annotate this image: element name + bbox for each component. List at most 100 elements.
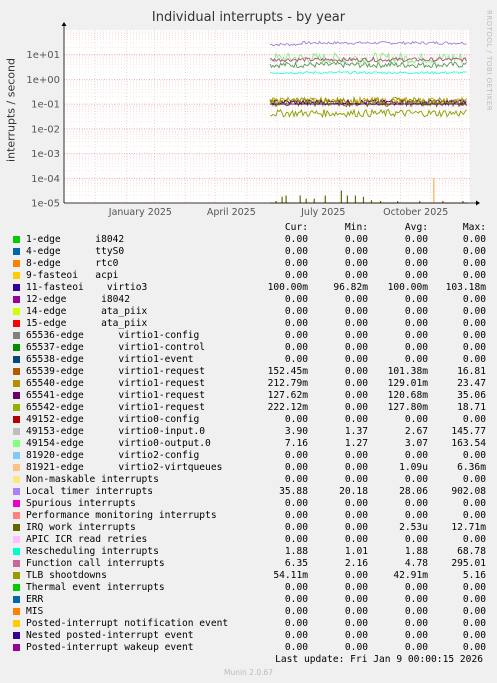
value-avg: 4.78 [404,558,428,569]
value-cur: 0.00 [284,246,308,257]
legend-row: 15-edge ata_piix 0.00 0.00 0.00 0.00 [12,318,492,330]
legend-row: IRQ work interrupts 0.00 0.00 2.53u 12.71m [12,522,492,534]
value-avg: 2.53u [399,522,428,533]
legend-row: 8-edge rtc0 0.00 0.00 0.00 0.00 [12,258,492,270]
value-avg: 1.88 [404,546,428,557]
legend-row: 65536-edge virtio1-config 0.00 0.00 0.00 0.0… [12,330,492,342]
value-max: 0.00 [462,642,486,653]
value-min: 0.00 [344,402,368,413]
value-min: 2.16 [344,558,368,569]
value-avg: 0.00 [404,534,428,545]
value-min: 0.00 [344,318,368,329]
legend-swatch [13,608,20,615]
value-max: 0.00 [462,606,486,617]
y-tick-label: 1e-02 [31,124,60,135]
value-max: 0.00 [462,414,486,425]
legend-label: MIS [26,606,44,617]
value-avg: 0.00 [404,246,428,257]
legend-row: Spurious interrupts 0.00 0.00 0.00 0.00 [12,498,492,510]
value-avg: 0.00 [404,330,428,341]
value-min: 1.27 [344,438,368,449]
legend-row: Nested posted-interrupt event 0.00 0.00 0.0… [12,630,492,642]
x-tick-label: January 2025 [108,207,172,218]
value-min: 0.00 [344,642,368,653]
legend-swatch [13,284,20,291]
value-max: 145.77 [451,426,486,437]
y-tick-label: 1e-04 [31,174,60,185]
value-cur: 0.00 [284,582,308,593]
legend-label: 65538-edge virtio1-event [26,354,194,365]
legend-row: 11-fasteoi virtio3 100.00m 96.82m 100.00m 10… [12,282,492,294]
value-cur: 54.11m [273,570,308,581]
value-min: 1.37 [344,426,368,437]
legend-swatch [13,236,20,243]
legend-row: 65542-edge virtio1-request 222.12m 0.00 127… [12,402,492,414]
value-max: 0.00 [462,534,486,545]
legend-swatch [13,548,20,555]
value-avg: 120.68m [387,390,428,401]
legend-row: 65539-edge virtio1-request 152.45m 0.00 101… [12,366,492,378]
y-tick-label: 1e+01 [26,50,60,61]
legend-row: 9-fasteoi acpi 0.00 0.00 0.00 0.00 [12,270,492,282]
legend-swatch [13,296,20,303]
value-min: 0.00 [344,594,368,605]
header-cur: Cur: [284,222,308,233]
legend-header: Cur: Min: Avg: Max: [12,222,492,234]
value-avg: 127.80m [387,402,428,413]
legend-label: Rescheduling interrupts [26,546,159,557]
legend-swatch [13,584,20,591]
last-update: Last update: Fri Jan 9 00:00:15 2026 [275,654,483,665]
value-min: 0.00 [344,606,368,617]
value-min: 0.00 [344,474,368,485]
value-cur: 0.00 [284,258,308,269]
value-avg: 0.00 [404,234,428,245]
value-min: 0.00 [344,390,368,401]
legend-swatch [13,488,20,495]
legend-label: Posted-interrupt wakeup event [26,642,194,653]
legend-swatch [13,452,20,459]
value-cur: 212.79m [267,378,308,389]
legend-row: Thermal event interrupts 0.00 0.00 0.00 0.00 [12,582,492,594]
value-max: 0.00 [462,630,486,641]
value-avg: 0.00 [404,618,428,629]
value-max: 0.00 [462,582,486,593]
value-min: 0.00 [344,414,368,425]
legend-row: Rescheduling interrupts 1.88 1.01 1.88 68.78 [12,546,492,558]
value-cur: 0.00 [284,354,308,365]
value-min: 0.00 [344,294,368,305]
value-cur: 7.16 [284,438,308,449]
value-min: 0.00 [344,510,368,521]
legend-swatch [13,404,20,411]
header-max: Max: [462,222,486,233]
legend-swatch [13,536,20,543]
legend-label: 8-edge rtc0 [26,258,119,269]
legend-label: 65542-edge virtio1-request [26,402,206,413]
value-max: 0.00 [462,318,486,329]
value-avg: 0.00 [404,342,428,353]
legend-swatch [13,332,20,339]
value-max: 35.06 [457,390,486,401]
value-cur: 0.00 [284,606,308,617]
value-avg: 0.00 [404,498,428,509]
legend-row: Local timer interrupts 35.88 20.18 28.06 902… [12,486,492,498]
legend-label: Local timer interrupts [26,486,154,497]
legend-swatch [13,320,20,327]
value-cur: 3.90 [284,426,308,437]
value-cur: 0.00 [284,294,308,305]
value-max: 0.00 [462,498,486,509]
legend-swatch [13,440,20,447]
value-avg: 0.00 [404,354,428,365]
y-tick-label: 1e+00 [26,75,60,86]
value-max: 16.81 [457,366,486,377]
legend-swatch [13,356,20,363]
legend-swatch [13,560,20,567]
value-min: 0.00 [344,462,368,473]
legend-swatch [13,524,20,531]
legend-row: Non-maskable interrupts 0.00 0.00 0.00 0.00 [12,474,492,486]
legend-label: Spurious interrupts [26,498,136,509]
value-max: 5.16 [462,570,486,581]
value-cur: 0.00 [284,534,308,545]
value-min: 1.01 [344,546,368,557]
value-min: 0.00 [344,306,368,317]
value-min: 0.00 [344,534,368,545]
